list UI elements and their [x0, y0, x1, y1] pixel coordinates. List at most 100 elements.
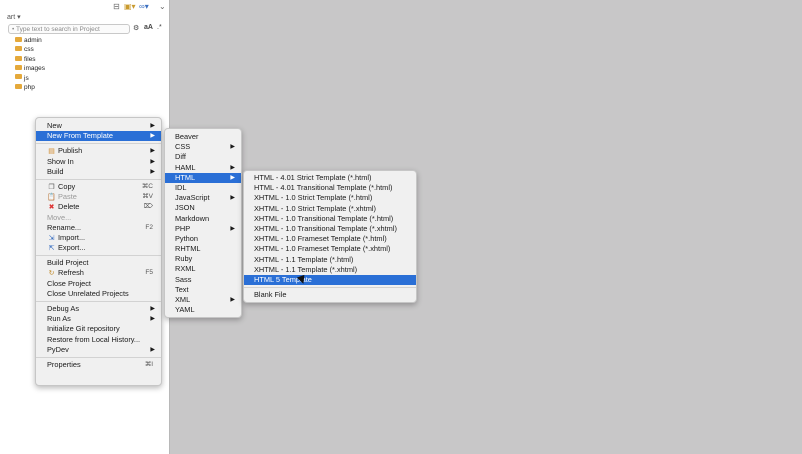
menu-item-label: HAML	[175, 162, 196, 172]
template-item-json[interactable]: JSON	[165, 203, 241, 213]
menu-item-rename[interactable]: Rename... F2	[36, 223, 161, 233]
html-template-item-xhtml-1-0-frameset-template-xhtml[interactable]: XHTML - 1.0 Frameset Template (*.xhtml)	[244, 244, 416, 254]
menu-item-export[interactable]: ⇱ Export...	[36, 243, 161, 253]
menu-item-restore-from-local-history[interactable]: Restore from Local History...	[36, 335, 161, 345]
template-item-css[interactable]: CSS ▶	[165, 142, 241, 152]
shortcut-label: ⌦	[143, 203, 153, 211]
menu-item-label: JavaScript	[175, 193, 210, 203]
menu-separator	[244, 287, 416, 289]
project-search-input[interactable]: • Type text to search in Project	[8, 24, 130, 34]
tree-folder-label: php	[24, 83, 35, 91]
template-item-python[interactable]: Python	[165, 234, 241, 244]
menu-item-publish[interactable]: ▤ Publish ▶	[36, 146, 161, 156]
template-item-diff[interactable]: Diff	[165, 152, 241, 162]
search-options-icon[interactable]: ⚙	[133, 24, 139, 32]
tree-folder-images[interactable]: images	[15, 64, 45, 73]
menu-item-label: HTML - 4.01 Transitional Template (*.htm…	[254, 183, 393, 193]
template-item-sass[interactable]: Sass	[165, 275, 241, 285]
menu-item-initialize-git-repository[interactable]: Initialize Git repository	[36, 324, 161, 334]
menu-item-build[interactable]: Build ▶	[36, 167, 161, 177]
tree-folder-label: admin	[24, 37, 42, 44]
shortcut-label: F5	[145, 269, 153, 277]
menu-item-build-project[interactable]: Build Project	[36, 258, 161, 268]
template-item-javascript[interactable]: JavaScript ▶	[165, 193, 241, 203]
template-item-ruby[interactable]: Ruby	[165, 254, 241, 264]
menu-item-new[interactable]: New ▶	[36, 121, 161, 131]
html-template-item-xhtml-1-0-transitional-template-xhtml[interactable]: XHTML - 1.0 Transitional Template (*.xht…	[244, 224, 416, 234]
tree-folder-label: js	[24, 74, 29, 82]
menu-item-debug-as[interactable]: Debug As ▶	[36, 304, 161, 314]
menu-item-label: Properties	[47, 359, 81, 369]
menu-item-close-unrelated-projects[interactable]: Close Unrelated Projects	[36, 289, 161, 299]
menu-item-import[interactable]: ⇲ Import...	[36, 233, 161, 243]
folder-menu-icon[interactable]: ▣▾	[124, 2, 136, 11]
tree-folder-php[interactable]: php	[15, 83, 45, 92]
template-item-rhtml[interactable]: RHTML	[165, 244, 241, 254]
menu-item-run-as[interactable]: Run As ▶	[36, 314, 161, 324]
submenu-arrow-icon: ▶	[230, 195, 235, 202]
menu-item-new-from-template[interactable]: New From Template ▶	[36, 131, 161, 142]
submenu-arrow-icon: ▶	[150, 123, 155, 129]
menu-item-label: Beaver	[175, 132, 199, 141]
submenu-arrow-icon: ▶	[230, 297, 235, 303]
collapse-all-icon[interactable]: ⊟	[113, 2, 120, 11]
sync-menu-icon[interactable]: ∞▾	[139, 2, 149, 11]
submenu-arrow-icon: ▶	[150, 158, 155, 165]
menu-item-copy[interactable]: ❐ Copy ⌘C	[36, 182, 161, 192]
menu-separator	[36, 356, 161, 358]
menu-separator	[36, 255, 161, 257]
menu-item-label: CSS	[175, 142, 191, 152]
html-template-item-xhtml-1-1-template-html[interactable]: XHTML - 1.1 Template (*.html)	[244, 255, 416, 265]
case-sensitive-toggle[interactable]: aA	[144, 24, 153, 31]
menu-item-show-in[interactable]: Show In ▶	[36, 157, 161, 167]
html-template-item-html-4-01-transitional-template-html[interactable]: HTML - 4.01 Transitional Template (*.htm…	[244, 183, 416, 193]
html-template-item-html-4-01-strict-template-html[interactable]: HTML - 4.01 Strict Template (*.html)	[244, 173, 416, 183]
html-template-item-xhtml-1-0-strict-template-html[interactable]: XHTML - 1.0 Strict Template (*.html)	[244, 193, 416, 203]
html-template-item-html-5-template[interactable]: HTML 5 Template	[244, 274, 416, 286]
menu-item-label: XHTML - 1.0 Strict Template (*.xhtml)	[254, 203, 376, 213]
template-item-html[interactable]: HTML ▶	[165, 172, 241, 183]
template-item-haml[interactable]: HAML ▶	[165, 163, 241, 173]
menu-separator	[36, 301, 161, 302]
html-template-item-xhtml-1-0-frameset-template-html[interactable]: XHTML - 1.0 Frameset Template (*.html)	[244, 234, 416, 244]
html-template-item-blank-file[interactable]: Blank File	[244, 290, 416, 300]
menu-item-label: Import...	[58, 232, 86, 242]
template-item-xml[interactable]: XML ▶	[165, 295, 241, 305]
menu-item-label: Close Unrelated Projects	[47, 288, 129, 298]
menu-item-delete[interactable]: ✖ Delete ⌦	[36, 202, 161, 212]
submenu-arrow-icon: ▶	[150, 316, 155, 323]
menu-item-label: Move...	[47, 212, 72, 222]
regex-toggle-icon[interactable]: .*	[157, 24, 162, 31]
template-item-text[interactable]: Text	[165, 285, 241, 295]
template-item-beaver[interactable]: Beaver	[165, 132, 241, 142]
menu-item-label: Markdown	[175, 213, 210, 223]
menu-item-close-project[interactable]: Close Project	[36, 279, 161, 289]
template-item-markdown[interactable]: Markdown	[165, 214, 241, 224]
menu-item-label: Delete	[58, 202, 80, 212]
tree-folder-css[interactable]: css	[15, 45, 45, 54]
folder-icon	[15, 55, 22, 61]
tree-folder-admin[interactable]: admin	[15, 36, 45, 45]
menu-item-paste[interactable]: 📋 Paste ⌘V	[36, 192, 161, 202]
html-template-item-xhtml-1-0-transitional-template-html[interactable]: XHTML - 1.0 Transitional Template (*.htm…	[244, 214, 416, 224]
menu-item-move[interactable]: Move...	[36, 213, 161, 223]
menu-item-pydev[interactable]: PyDev ▶	[36, 345, 161, 355]
menu-item-properties[interactable]: Properties ⌘I	[36, 360, 161, 370]
menu-item-label: XHTML - 1.0 Frameset Template (*.html)	[254, 234, 387, 244]
tree-folder-js[interactable]: js	[15, 74, 45, 83]
folder-icon	[15, 83, 22, 89]
project-tree: admin css files images js php	[15, 36, 45, 92]
template-item-rxml[interactable]: RXML	[165, 264, 241, 274]
template-item-php[interactable]: PHP ▶	[165, 224, 241, 234]
project-selector[interactable]: art ▾	[7, 13, 21, 21]
html-template-item-xhtml-1-0-strict-template-xhtml[interactable]: XHTML - 1.0 Strict Template (*.xhtml)	[244, 204, 416, 214]
html-template-item-xhtml-1-1-template-xhtml[interactable]: XHTML - 1.1 Template (*.xhtml)	[244, 265, 416, 275]
menu-item-label: Run As	[47, 314, 71, 324]
template-item-idl[interactable]: IDL	[165, 183, 241, 193]
template-item-yaml[interactable]: YAML	[165, 305, 241, 315]
view-menu-icon[interactable]: ⌄	[159, 2, 166, 11]
menu-item-refresh[interactable]: ↻ Refresh F5	[36, 268, 161, 278]
folder-icon	[15, 46, 22, 52]
menu-item-label: Export...	[58, 243, 86, 253]
tree-folder-files[interactable]: files	[15, 55, 45, 64]
